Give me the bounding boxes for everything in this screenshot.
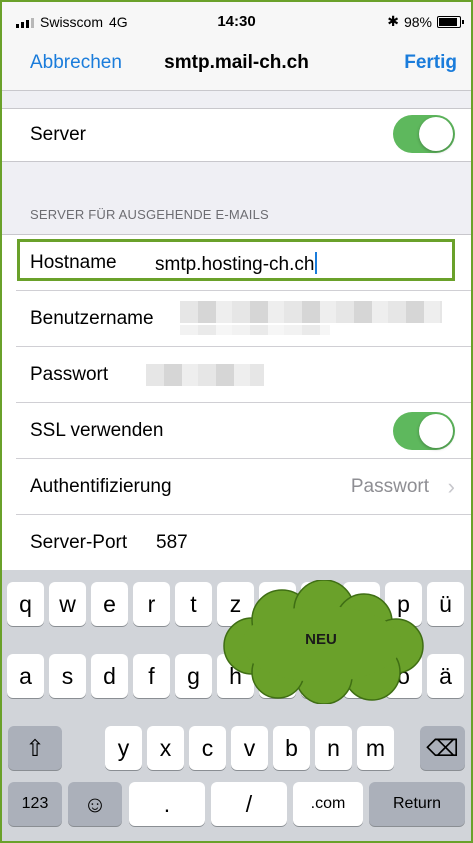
username-redacted-shadow [180, 325, 330, 335]
key-e[interactable]: e [91, 582, 128, 626]
port-row[interactable]: Server-Port 587 [2, 515, 471, 571]
emoji-key[interactable]: ☺ [68, 782, 122, 826]
key-s[interactable]: s [49, 654, 86, 698]
key-c[interactable]: c [189, 726, 226, 770]
username-row[interactable]: Benutzername [2, 291, 471, 347]
battery-icon [437, 15, 464, 28]
key-b[interactable]: b [273, 726, 310, 770]
dot-key[interactable]: . [129, 782, 205, 826]
chevron-right-icon: › [447, 474, 455, 499]
battery-percent: 98% [403, 13, 432, 30]
key-w[interactable]: w [49, 582, 86, 626]
username-redacted[interactable] [180, 301, 442, 323]
server-toggle-knob [419, 117, 453, 151]
password-redacted[interactable] [146, 364, 264, 386]
numbers-key[interactable]: 123 [8, 782, 62, 826]
ssl-label: SSL verwenden [30, 420, 164, 441]
section-header: SERVER FÜR AUSGEHENDE E-MAILS [30, 207, 269, 222]
status-right: ✱ 98% [387, 13, 464, 30]
key-g[interactable]: g [175, 654, 212, 698]
key-v[interactable]: v [231, 726, 268, 770]
dotcom-key[interactable]: .com [293, 782, 363, 826]
port-label: Server-Port [30, 532, 128, 553]
key-ä[interactable]: ä [427, 654, 464, 698]
bluetooth-icon: ✱ [387, 13, 399, 29]
password-row[interactable]: Passwort [2, 347, 471, 403]
shift-key[interactable]: ⇧ [8, 726, 62, 770]
return-key[interactable]: Return [369, 782, 465, 826]
key-f[interactable]: f [133, 654, 170, 698]
key-x[interactable]: x [147, 726, 184, 770]
key-ü[interactable]: ü [427, 582, 464, 626]
annotation-label: NEU [305, 631, 337, 648]
delete-key[interactable]: ⌫ [420, 726, 465, 770]
server-label: Server [30, 124, 86, 145]
key-n[interactable]: n [315, 726, 352, 770]
cancel-button[interactable]: Abbrechen [30, 52, 122, 74]
password-label: Passwort [30, 364, 109, 385]
auth-label: Authentifizierung [30, 476, 172, 497]
username-label: Benutzername [30, 308, 154, 329]
outgoing-server-group: Hostname smtp.hosting-ch.ch Benutzername… [2, 234, 471, 571]
status-bar: Swisscom 4G 14:30 ✱ 98% [2, 2, 471, 40]
ssl-toggle-knob [419, 414, 453, 448]
key-d[interactable]: d [91, 654, 128, 698]
ssl-row: SSL verwenden [2, 403, 471, 459]
done-button[interactable]: Fertig [404, 52, 457, 74]
navigation-bar: Abbrechen smtp.mail-ch.ch Fertig [2, 40, 471, 91]
key-r[interactable]: r [133, 582, 170, 626]
server-cell: Server [2, 108, 471, 162]
key-a[interactable]: a [7, 654, 44, 698]
slash-key[interactable]: / [211, 782, 287, 826]
ssl-toggle[interactable] [393, 412, 455, 450]
key-m[interactable]: m [357, 726, 394, 770]
key-y[interactable]: y [105, 726, 142, 770]
screenshot-frame: Swisscom 4G 14:30 ✱ 98% Abbrechen smtp.m… [0, 0, 473, 843]
port-value[interactable]: 587 [156, 532, 188, 554]
battery-fill [439, 17, 457, 26]
server-toggle[interactable] [393, 115, 455, 153]
auth-row[interactable]: Authentifizierung Passwort › [2, 459, 471, 515]
auth-value: Passwort [350, 476, 429, 497]
key-q[interactable]: q [7, 582, 44, 626]
hostname-highlight [17, 239, 455, 281]
key-t[interactable]: t [175, 582, 212, 626]
